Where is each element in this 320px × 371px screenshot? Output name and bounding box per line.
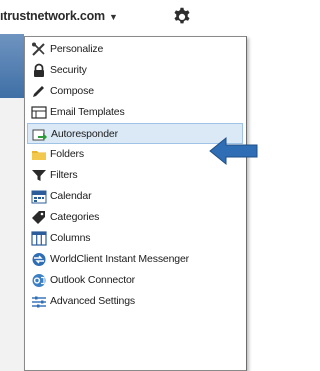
menu-item-compose[interactable]: Compose [27,81,243,102]
menu-item-label: Filters [50,169,78,181]
autoresponder-icon [32,127,48,142]
menu-item-personalize[interactable]: Personalize [27,39,243,60]
menu-item-label: Personalize [50,43,104,55]
menu-item-label: Outlook Connector [50,274,135,286]
folder-icon [31,147,47,162]
template-icon [31,105,47,120]
settings-menu: Personalize Security Compose Email Templ… [24,36,247,371]
chevron-down-icon: ▼ [108,12,118,22]
messenger-icon [31,252,47,267]
menu-item-columns[interactable]: Columns [27,228,243,249]
pencil-icon [31,84,47,99]
menu-item-label: Autoresponder [51,128,118,140]
menu-item-calendar[interactable]: Calendar [27,186,243,207]
menu-item-label: Columns [50,232,91,244]
menu-item-label: Security [50,64,87,76]
filter-icon [31,168,47,183]
menu-item-filters[interactable]: Filters [27,165,243,186]
advanced-settings-icon [31,294,47,309]
account-label: ıtrustnetwork.com [0,9,105,23]
menu-item-outlook-connector[interactable]: Outlook Connector [27,270,243,291]
tag-icon [31,210,47,225]
gear-icon[interactable] [171,5,193,27]
personalize-icon [31,42,47,57]
menu-item-label: Email Templates [50,106,125,118]
menu-item-email-templates[interactable]: Email Templates [27,102,243,123]
menu-item-worldclient-instant-messenger[interactable]: WorldClient Instant Messenger [27,249,243,270]
menu-item-label: Categories [50,211,100,223]
menu-item-label: WorldClient Instant Messenger [50,253,190,265]
menu-item-label: Folders [50,148,84,160]
background-panel-strip [0,98,24,371]
top-bar: ıtrustnetwork.com ▼ [0,0,258,34]
menu-item-categories[interactable]: Categories [27,207,243,228]
menu-item-label: Compose [50,85,94,97]
menu-item-security[interactable]: Security [27,60,243,81]
arrow-left-icon [209,136,258,166]
lock-icon [31,63,47,78]
account-dropdown[interactable]: ıtrustnetwork.com ▼ [0,9,118,23]
menu-item-label: Advanced Settings [50,295,136,307]
background-header-strip [0,34,24,98]
menu-item-label: Calendar [50,190,92,202]
calendar-icon [31,189,47,204]
menu-item-advanced-settings[interactable]: Advanced Settings [27,291,243,312]
outlook-connector-icon [31,273,47,288]
columns-icon [31,231,47,246]
